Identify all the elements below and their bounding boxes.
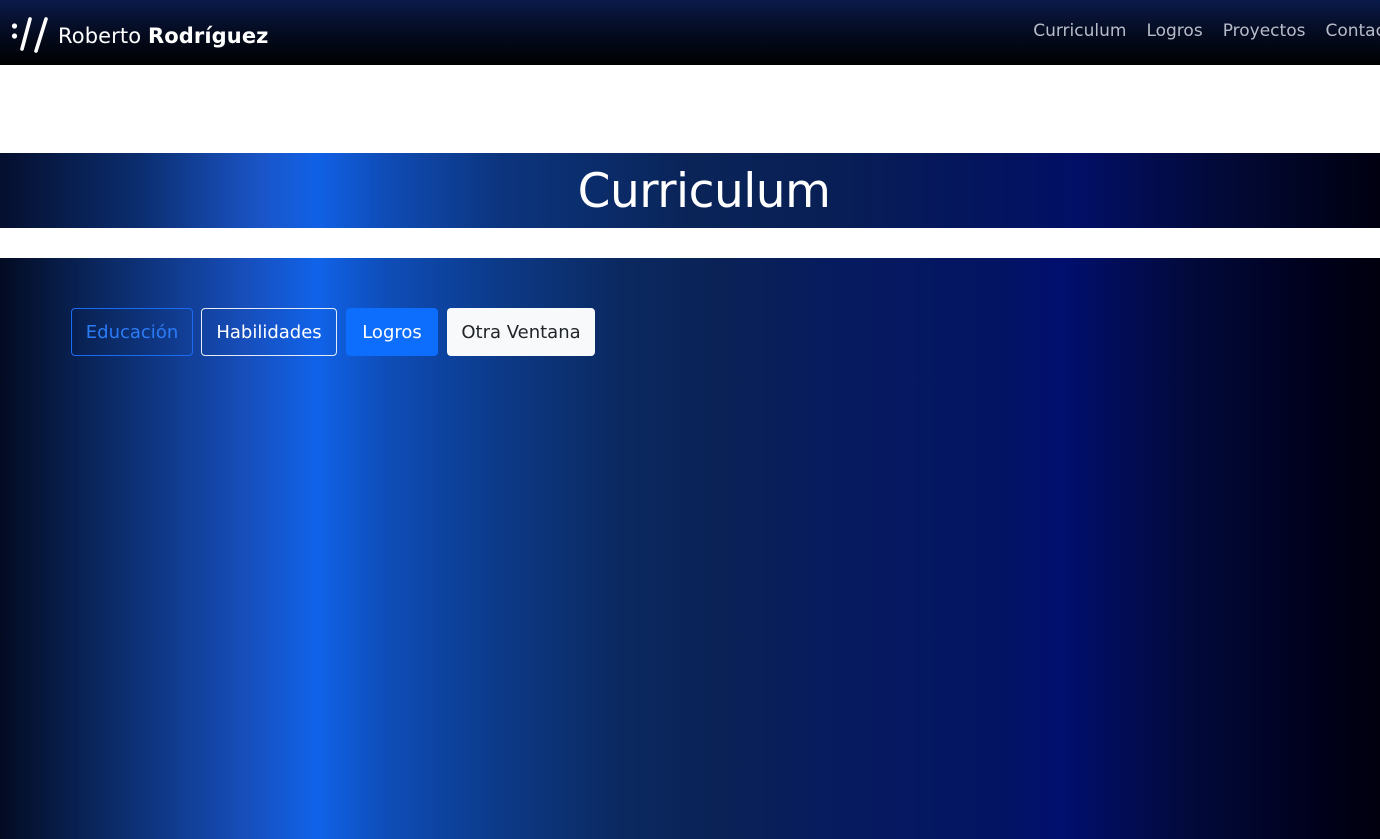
nav-link-logros[interactable]: Logros (1146, 21, 1202, 41)
nav-link-contacto[interactable]: Contacto (1325, 21, 1380, 41)
page-title: Curriculum (577, 164, 831, 219)
brand-first-name: Roberto (58, 23, 142, 48)
top-navbar: Roberto Rodríguez Curriculum Logros Proy… (0, 0, 1380, 65)
brand-last-name: Rodríguez (147, 23, 269, 48)
tab-otra-ventana-button[interactable]: Otra Ventana (447, 308, 595, 356)
tab-habilidades-button[interactable]: Habilidades (201, 308, 337, 356)
nav-link-proyectos[interactable]: Proyectos (1223, 21, 1306, 41)
brand[interactable]: Roberto Rodríguez (0, 0, 269, 65)
curriculum-content: Educación Habilidades Logros Otra Ventan… (0, 258, 1380, 839)
double-slash-logo-icon (10, 11, 50, 55)
brand-name: Roberto Rodríguez (58, 24, 269, 48)
title-banner: Curriculum (0, 153, 1380, 228)
tab-educacion-button[interactable]: Educación (71, 308, 193, 356)
nav-link-curriculum[interactable]: Curriculum (1033, 21, 1126, 41)
curriculum-tab-group: Educación Habilidades Logros Otra Ventan… (71, 308, 595, 356)
tab-logros-button[interactable]: Logros (346, 308, 438, 356)
nav-links: Curriculum Logros Proyectos Contacto (1033, 0, 1380, 65)
